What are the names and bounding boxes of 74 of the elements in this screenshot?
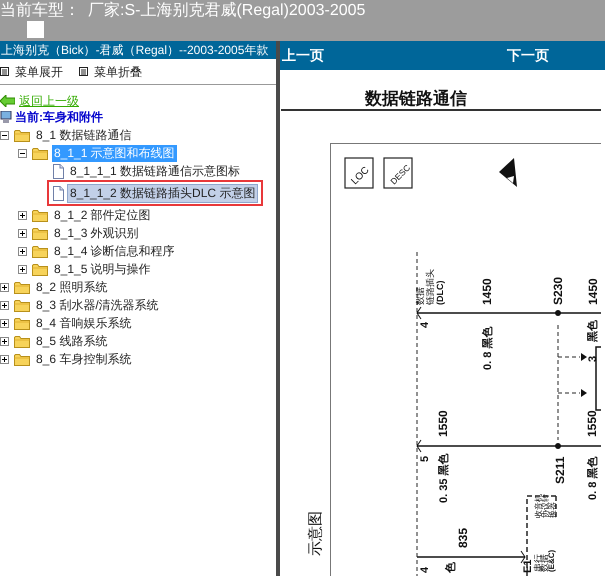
- tree-item[interactable]: 8_1_5 说明与操作: [52, 260, 153, 278]
- document-title: 数据链路通信: [365, 89, 467, 108]
- diagram-label: 换器: [548, 502, 557, 518]
- diagram-label: 1550: [585, 410, 599, 437]
- expand-toggle[interactable]: [18, 264, 27, 274]
- tree-item[interactable]: 8_1_4 诊断信息和程序: [52, 242, 177, 260]
- diagram-label: S211: [553, 456, 567, 484]
- diagram-label: 4: [419, 322, 431, 328]
- list-icon: [79, 67, 88, 76]
- diagram-label: 收音机: [534, 494, 543, 518]
- diagram-label: 0. 8 黑色: [482, 326, 494, 370]
- list-icon: [0, 67, 9, 76]
- folder-icon: [32, 226, 48, 240]
- folder-icon: [14, 298, 30, 312]
- diagram-label: E1: [522, 560, 534, 573]
- folder-icon: [14, 316, 30, 330]
- diagram-label: 1550: [436, 410, 450, 437]
- tree-item[interactable]: 8_6 车身控制系统: [34, 350, 134, 368]
- diagram-label: 4: [419, 566, 431, 573]
- square-icon: [27, 21, 44, 38]
- diagram-label: 示意图: [307, 511, 324, 556]
- computer-icon: [0, 110, 12, 124]
- expand-toggle[interactable]: [0, 336, 9, 346]
- page-icon: [52, 186, 64, 200]
- expand-toggle[interactable]: [0, 300, 9, 310]
- diagram-label: 835: [456, 528, 470, 548]
- panel-title: 上海别克（Bick）-君威（Regal）--2003-2005年款: [0, 41, 276, 59]
- tree-item[interactable]: 8_1 数据链路通信: [34, 126, 134, 144]
- expand-toggle[interactable]: [18, 246, 27, 256]
- expand-toggle[interactable]: [0, 282, 9, 292]
- folder-icon: [14, 352, 30, 366]
- diagram-label: 链路插头: [425, 269, 435, 305]
- vehicle-label: 当前车型：: [0, 1, 80, 21]
- collapse-toggle[interactable]: [0, 130, 9, 140]
- expand-toggle[interactable]: [0, 318, 9, 328]
- diagram-label: 协议转: [541, 494, 550, 518]
- diagram-label: S230: [551, 276, 565, 305]
- diagram-label: 色: [445, 562, 457, 573]
- menu-button[interactable]: 菜单展开: [0, 62, 63, 80]
- tree-item[interactable]: 8_4 音响娱乐系统: [34, 314, 134, 332]
- page-icon: [52, 164, 64, 178]
- next-page-link[interactable]: 下一页: [507, 45, 549, 66]
- back-arrow-icon: [0, 95, 15, 107]
- tree-item[interactable]: 8_1_1_2 数据链路插头DLC 示意图: [68, 184, 258, 202]
- diagram-label: 5: [419, 456, 431, 462]
- expand-toggle[interactable]: [0, 354, 9, 364]
- tree-item[interactable]: 8_5 线路系统: [34, 332, 110, 350]
- folder-icon: [32, 262, 48, 276]
- folder-icon: [14, 280, 30, 294]
- tree-item[interactable]: 8_3 刮水器/清洗器系统: [34, 296, 161, 314]
- expand-toggle[interactable]: [18, 210, 27, 220]
- folder-icon: [14, 334, 30, 348]
- collapse-toggle[interactable]: [18, 148, 27, 158]
- folder-icon: [32, 146, 48, 160]
- tree-item[interactable]: 8_1_1_1 数据链路通信示意图标: [68, 162, 242, 180]
- menu-button[interactable]: 菜单折叠: [79, 62, 142, 80]
- diagram-label: 数据: [415, 287, 425, 305]
- previous-page-link[interactable]: 上一页: [282, 45, 324, 66]
- diagram-label: 黑色: [587, 320, 599, 342]
- tree-item[interactable]: 8_1_2 部件定位图: [52, 206, 153, 224]
- tree-item[interactable]: 8_2 照明系统: [34, 278, 110, 296]
- diagram-label: 0. 35 黑色: [438, 453, 450, 503]
- diagram-label: 1450: [586, 278, 600, 305]
- diagram-label: (DLC): [435, 280, 445, 305]
- diagram-label: (E&C): [547, 550, 556, 572]
- folder-icon: [14, 128, 30, 142]
- diagram-label: 1450: [480, 278, 494, 305]
- diagram-label: 0. 8 黑色: [587, 456, 599, 500]
- folder-icon: [32, 244, 48, 258]
- tree-item[interactable]: 8_1_3 外观识别: [52, 224, 141, 242]
- vehicle-name: 厂家:S-上海别克君威(Regal)2003-2005: [88, 1, 366, 21]
- folder-icon: [32, 208, 48, 222]
- expand-toggle[interactable]: [18, 228, 27, 238]
- current-location: 当前:车身和附件: [15, 109, 103, 126]
